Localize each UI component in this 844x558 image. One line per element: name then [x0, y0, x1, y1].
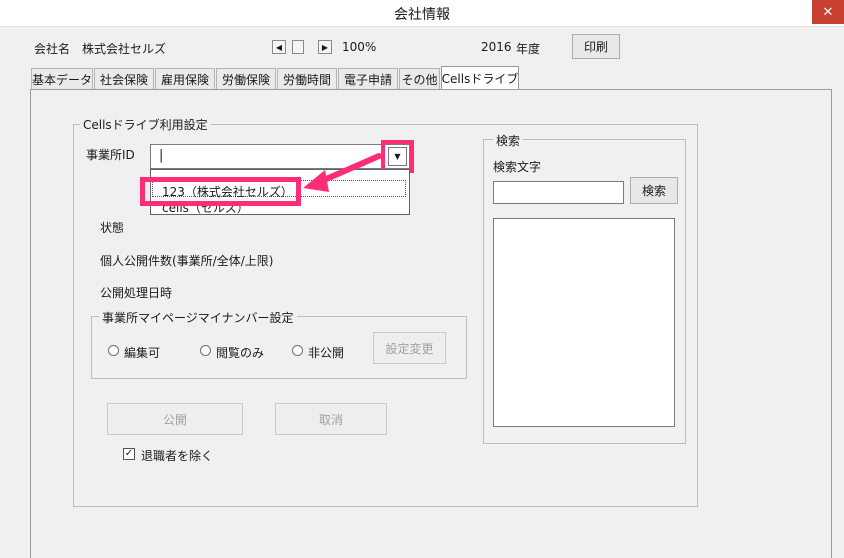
tab-other[interactable]: その他 — [399, 68, 440, 89]
cancel-button[interactable]: 取消 — [275, 403, 387, 435]
exclude-retired-checkbox[interactable]: ✓ — [123, 448, 135, 460]
radio-private[interactable] — [292, 345, 303, 356]
status-label: 状態 — [100, 221, 125, 235]
company-label: 会社名 — [34, 42, 71, 56]
mynumber-title: 事業所マイページマイナンバー設定 — [99, 309, 297, 326]
cells-settings-title: Cellsドライブ利用設定 — [80, 116, 211, 133]
tab-cells-drive[interactable]: Cellsドライブ — [441, 66, 519, 89]
radio-private-label: 非公開 — [308, 346, 345, 360]
zoom-right-button[interactable]: ▶ — [318, 40, 332, 54]
chevron-down-icon: ▼ — [394, 152, 401, 161]
search-button[interactable]: 検索 — [630, 177, 678, 204]
search-input[interactable] — [493, 181, 624, 204]
check-icon: ✓ — [124, 448, 134, 459]
title-bar: 会社情報 ✕ — [0, 0, 844, 27]
radio-editable[interactable] — [108, 345, 119, 356]
arrow-left-icon: ◀ — [275, 42, 283, 52]
office-id-label: 事業所ID — [86, 148, 135, 162]
settings-change-button[interactable]: 設定変更 — [373, 332, 446, 364]
tab-basic-data[interactable]: 基本データ — [31, 68, 93, 89]
exclude-retired-label: 退職者を除く — [141, 449, 214, 463]
zoom-value: 100% — [342, 40, 377, 54]
year-unit: 年度 — [516, 42, 541, 56]
publish-button[interactable]: 公開 — [107, 403, 243, 435]
tab-working-hours[interactable]: 労働時間 — [277, 68, 337, 89]
radio-view-only-label: 閲覧のみ — [216, 346, 265, 360]
publish-date-label: 公開処理日時 — [100, 286, 173, 300]
tab-social-insurance[interactable]: 社会保険 — [94, 68, 154, 89]
dropdown-button[interactable]: ▼ — [388, 147, 407, 166]
personal-count-label: 個人公開件数(事業所/全体/上限) — [100, 254, 274, 268]
zoom-scrollbar[interactable]: ◀ ▶ — [272, 40, 334, 54]
search-keyword-label: 検索文字 — [493, 160, 542, 174]
zoom-thumb[interactable] — [292, 40, 304, 54]
close-button[interactable]: ✕ — [812, 0, 844, 24]
option-highlight — [140, 177, 301, 206]
radio-editable-label: 編集可 — [124, 346, 161, 360]
tab-employment-insurance[interactable]: 雇用保険 — [155, 68, 215, 89]
office-id-input[interactable]: | — [159, 148, 163, 163]
zoom-left-button[interactable]: ◀ — [272, 40, 286, 54]
radio-view-only[interactable] — [200, 345, 211, 356]
search-title: 検索 — [493, 132, 524, 149]
close-icon: ✕ — [822, 4, 834, 20]
arrow-right-icon: ▶ — [321, 42, 329, 52]
year-value: 2016 — [481, 40, 512, 54]
company-name: 株式会社セルズ — [82, 42, 167, 56]
window-title: 会社情報 — [394, 7, 450, 23]
tab-e-application[interactable]: 電子申請 — [338, 68, 398, 89]
search-results-list[interactable] — [493, 218, 675, 427]
print-button[interactable]: 印刷 — [572, 34, 620, 59]
tab-labor-insurance[interactable]: 労働保険 — [216, 68, 276, 89]
pointer-arrow-icon — [303, 153, 382, 192]
